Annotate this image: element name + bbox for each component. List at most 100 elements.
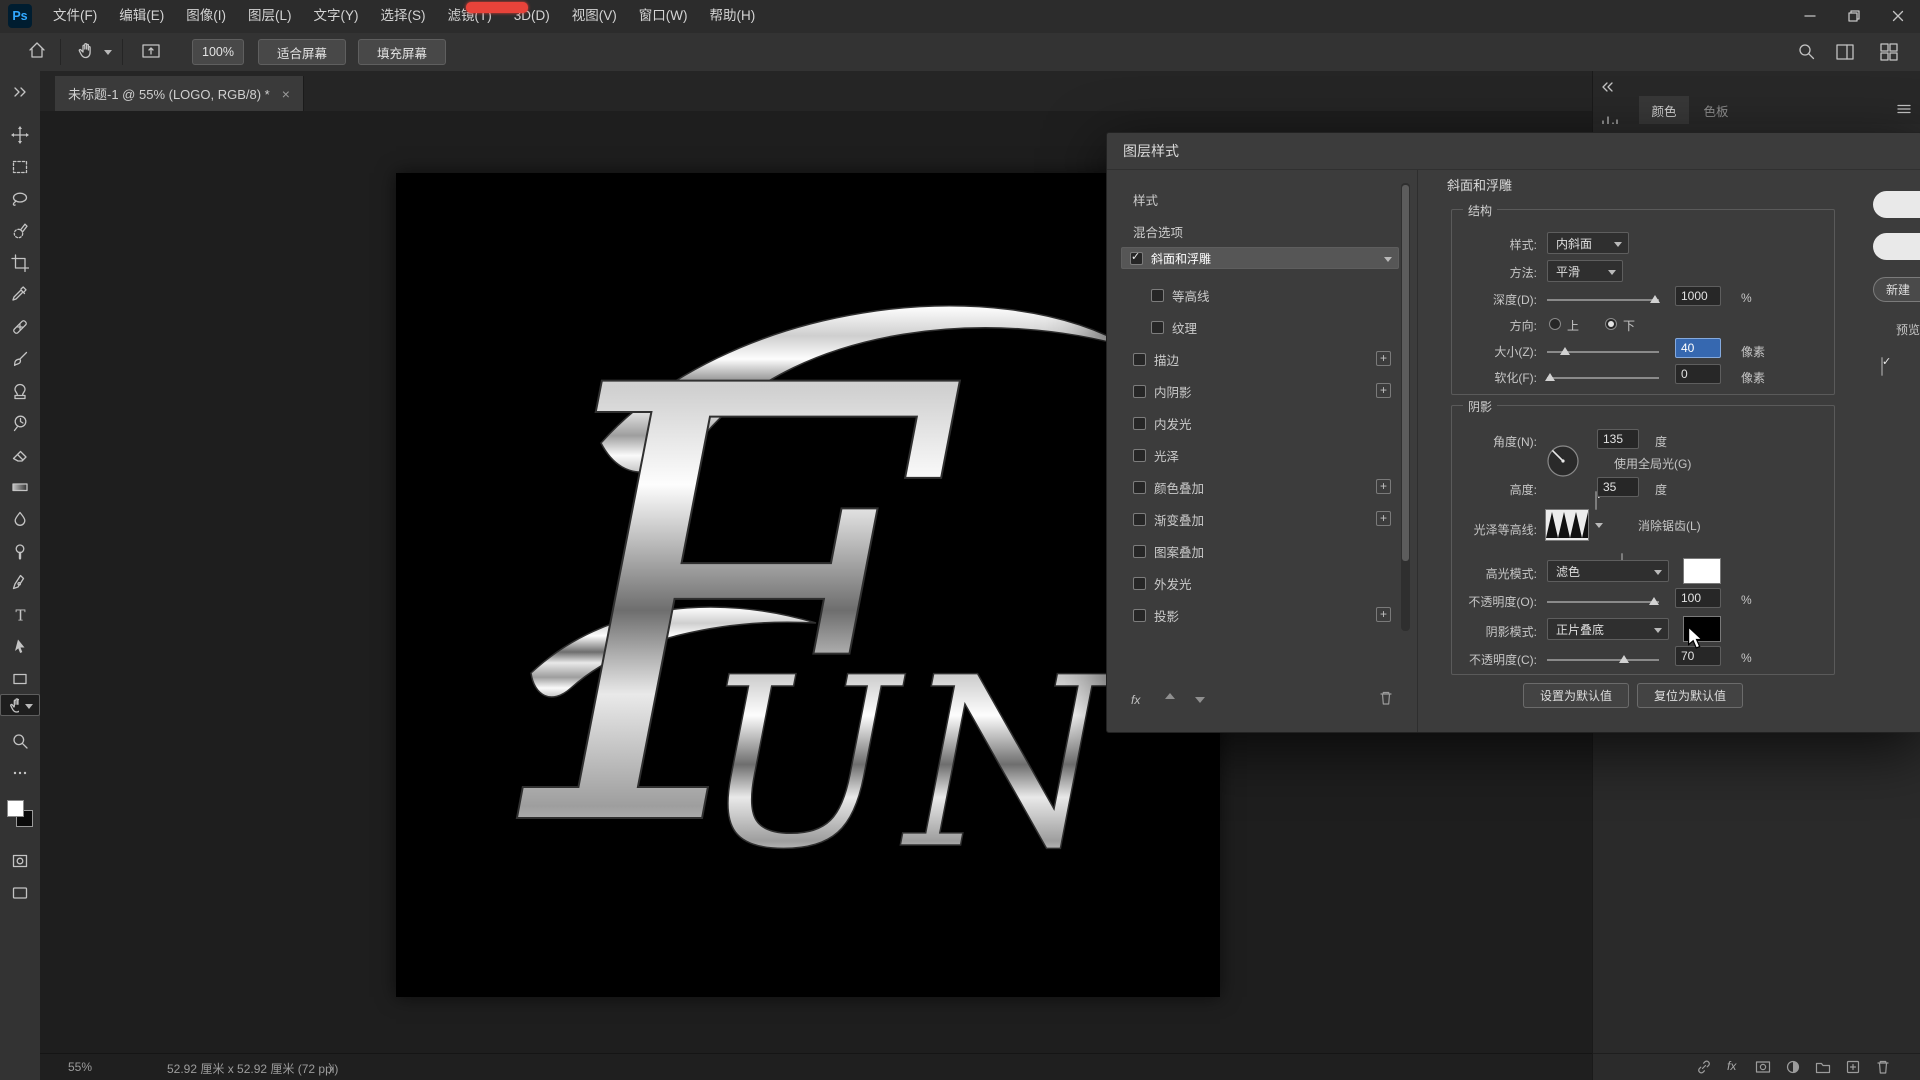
- adjustment-layer-button[interactable]: [1784, 1058, 1802, 1080]
- rectangular-marquee-tool[interactable]: [0, 152, 40, 182]
- spot-healing-tool[interactable]: [0, 312, 40, 342]
- highlight-opacity-slider[interactable]: [1547, 601, 1659, 603]
- direction-down-radio[interactable]: [1605, 318, 1617, 330]
- shadow-opacity-thumb[interactable]: [1619, 655, 1629, 663]
- angle-dial[interactable]: [1541, 439, 1585, 483]
- gradient-tool[interactable]: [0, 472, 40, 502]
- new-group-button[interactable]: [1814, 1058, 1832, 1080]
- tool-preset-caret[interactable]: [104, 50, 112, 55]
- direction-up-radio[interactable]: [1549, 318, 1561, 330]
- quick-selection-tool[interactable]: [0, 216, 40, 246]
- type-tool[interactable]: T: [0, 600, 40, 630]
- menu-select[interactable]: 选择(S): [370, 0, 437, 32]
- pen-tool[interactable]: [0, 568, 40, 598]
- blur-tool[interactable]: [0, 504, 40, 534]
- preview-checkbox[interactable]: [1881, 357, 1883, 376]
- tab-swatches[interactable]: 色板: [1689, 96, 1743, 124]
- soften-input[interactable]: 0: [1675, 364, 1721, 384]
- contour-dropdown-caret[interactable]: [1595, 523, 1603, 528]
- menu-window[interactable]: 窗口(W): [628, 0, 699, 32]
- depth-slider-thumb[interactable]: [1650, 295, 1660, 303]
- dodge-tool[interactable]: [0, 536, 40, 566]
- gloss-contour-thumbnail[interactable]: [1545, 509, 1589, 541]
- brush-tool[interactable]: [0, 344, 40, 374]
- clone-stamp-tool[interactable]: [0, 376, 40, 406]
- inner-glow-checkbox[interactable]: [1133, 417, 1146, 430]
- link-layers-button[interactable]: [1695, 1058, 1713, 1080]
- highlight-mode-select[interactable]: 滤色: [1547, 560, 1669, 582]
- angle-input[interactable]: 135: [1597, 429, 1639, 449]
- highlight-opacity-thumb[interactable]: [1649, 597, 1659, 605]
- pattern-overlay-checkbox[interactable]: [1133, 545, 1146, 558]
- highlight-opacity-input[interactable]: 100: [1675, 588, 1721, 608]
- color-overlay-checkbox[interactable]: [1133, 481, 1146, 494]
- menu-type[interactable]: 文字(Y): [303, 0, 370, 32]
- soften-slider-thumb[interactable]: [1545, 373, 1555, 381]
- fill-screen-button[interactable]: 填充屏幕: [358, 39, 446, 65]
- dock-collapse-button[interactable]: [1599, 79, 1615, 100]
- hand-tool[interactable]: [0, 694, 40, 716]
- path-selection-tool[interactable]: [0, 632, 40, 662]
- search-button[interactable]: [1796, 41, 1818, 68]
- drop-shadow-checkbox[interactable]: [1133, 609, 1146, 622]
- highlight-color-swatch[interactable]: [1683, 558, 1721, 584]
- new-layer-button[interactable]: [1844, 1058, 1862, 1080]
- home-button[interactable]: [26, 40, 48, 67]
- ok-button[interactable]: [1873, 191, 1920, 218]
- foreground-color-swatch[interactable]: [7, 800, 24, 817]
- soften-slider[interactable]: [1547, 377, 1659, 379]
- inner-shadow-checkbox[interactable]: [1133, 385, 1146, 398]
- menu-view[interactable]: 视图(V): [561, 0, 628, 32]
- zoom-100-button[interactable]: 100%: [192, 39, 244, 65]
- add-effect-button[interactable]: fx: [1131, 693, 1140, 707]
- panel-menu-button[interactable]: [1895, 100, 1913, 123]
- dialog-title[interactable]: 图层样式: [1107, 133, 1920, 170]
- close-button[interactable]: [1876, 0, 1920, 32]
- fit-screen-button[interactable]: 适合屏幕: [258, 39, 346, 65]
- layer-style-button[interactable]: fx: [1727, 1059, 1736, 1073]
- menu-edit[interactable]: 编辑(E): [108, 0, 175, 32]
- tab-color[interactable]: 颜色: [1639, 96, 1689, 124]
- set-default-button[interactable]: 设置为默认值: [1523, 683, 1629, 708]
- delete-effect-button[interactable]: [1377, 689, 1395, 712]
- menu-file[interactable]: 文件(F): [42, 0, 108, 32]
- toolbar-collapse-button[interactable]: [0, 77, 40, 107]
- rectangle-tool[interactable]: [0, 664, 40, 694]
- altitude-input[interactable]: 35: [1597, 477, 1639, 497]
- satin-checkbox[interactable]: [1133, 449, 1146, 462]
- move-effect-up-button[interactable]: [1161, 689, 1179, 712]
- eyedropper-tool[interactable]: [0, 280, 40, 310]
- minimize-button[interactable]: [1788, 0, 1832, 32]
- size-input[interactable]: 40: [1675, 338, 1721, 358]
- contour-checkbox[interactable]: [1151, 289, 1164, 302]
- lasso-tool[interactable]: [0, 184, 40, 214]
- technique-select[interactable]: 平滑: [1547, 260, 1623, 282]
- reset-default-button[interactable]: 复位为默认值: [1637, 683, 1743, 708]
- status-expand-icon[interactable]: 〉: [328, 1060, 340, 1077]
- workspace-switcher-button[interactable]: [1878, 41, 1900, 68]
- menu-layer[interactable]: 图层(L): [237, 0, 303, 32]
- gradient-overlay-checkbox[interactable]: [1133, 513, 1146, 526]
- style-item-styles[interactable]: 样式: [1121, 183, 1399, 215]
- stroke-checkbox[interactable]: [1133, 353, 1146, 366]
- scroll-all-windows-button[interactable]: [140, 40, 162, 67]
- move-tool[interactable]: [0, 120, 40, 150]
- status-zoom-field[interactable]: 55%: [68, 1060, 92, 1074]
- workspace-panels-button[interactable]: [1834, 41, 1856, 68]
- style-item-pattern-overlay[interactable]: 图案叠加: [1121, 535, 1399, 567]
- add-layer-mask-button[interactable]: [1754, 1058, 1772, 1080]
- eraser-tool[interactable]: [0, 440, 40, 470]
- cancel-button[interactable]: [1873, 233, 1920, 260]
- depth-input[interactable]: 1000: [1675, 286, 1721, 306]
- screen-mode-button[interactable]: [0, 878, 40, 908]
- crop-tool[interactable]: [0, 248, 40, 278]
- quick-mask-button[interactable]: [0, 846, 40, 876]
- zoom-tool[interactable]: [0, 726, 40, 756]
- shadow-mode-select[interactable]: 正片叠底: [1547, 618, 1669, 640]
- size-slider[interactable]: [1547, 351, 1659, 353]
- menu-image[interactable]: 图像(I): [175, 0, 237, 32]
- hand-tool-preset[interactable]: [76, 40, 98, 67]
- bevel-emboss-checkbox[interactable]: [1130, 252, 1143, 265]
- texture-checkbox[interactable]: [1151, 321, 1164, 334]
- menu-help[interactable]: 帮助(H): [698, 0, 766, 32]
